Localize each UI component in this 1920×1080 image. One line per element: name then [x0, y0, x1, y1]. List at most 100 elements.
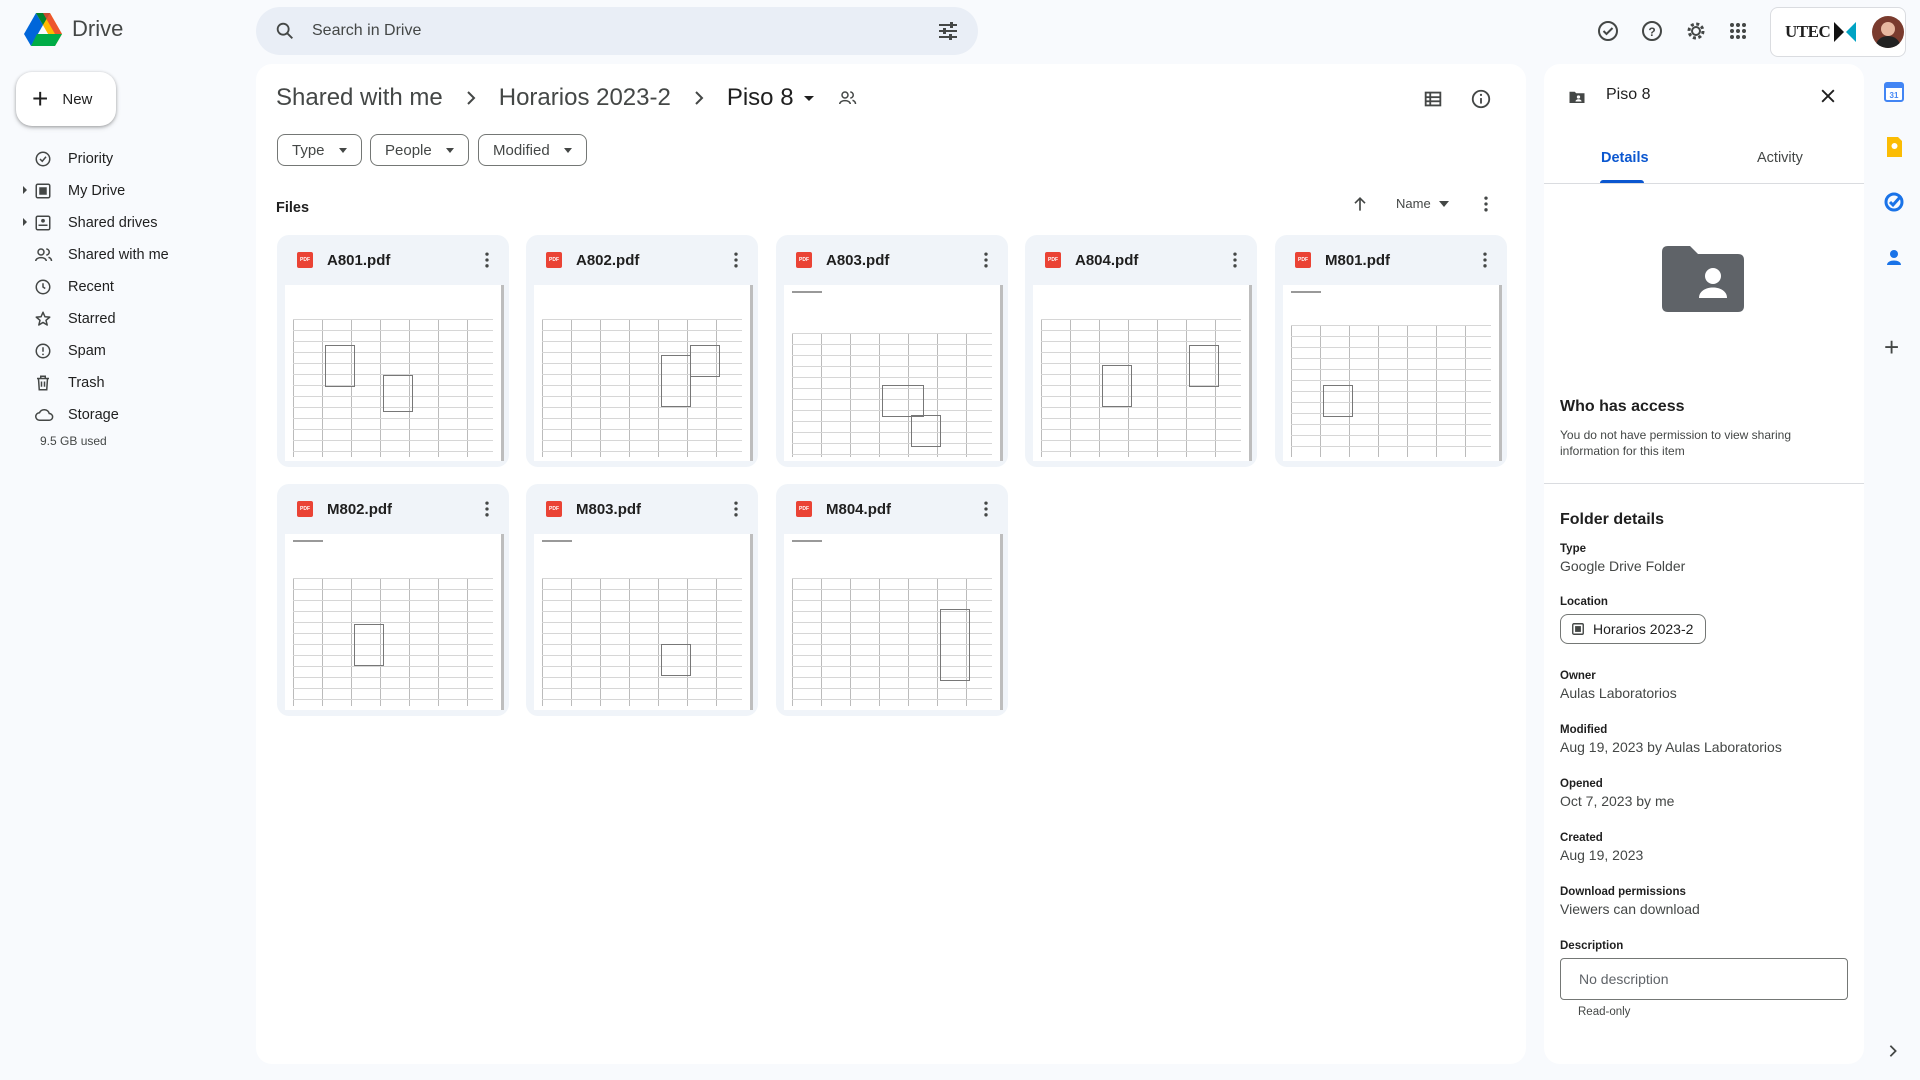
search-options-icon[interactable] [936, 19, 960, 43]
file-card-a802[interactable]: PDF A802.pdf [526, 235, 758, 467]
drive-logo-icon [24, 13, 62, 46]
file-card-m803[interactable]: PDF M803.pdf [526, 484, 758, 716]
more-options-icon[interactable] [726, 250, 746, 270]
owner-value: Aulas Laboratorios [1560, 685, 1677, 701]
search-icon[interactable] [274, 20, 296, 42]
more-options-icon[interactable] [1476, 194, 1496, 214]
file-name: M803.pdf [576, 500, 642, 518]
more-options-icon[interactable] [1475, 250, 1495, 270]
expand-caret-icon[interactable] [23, 218, 27, 226]
location-chip[interactable]: Horarios 2023-2 [1560, 614, 1707, 644]
svg-text:31: 31 [1890, 91, 1899, 100]
keep-icon[interactable] [1880, 133, 1908, 161]
modified-value: Aug 19, 2023 by Aulas Laboratorios [1560, 739, 1782, 755]
search-input[interactable]: Search in Drive [312, 22, 936, 40]
file-thumbnail [534, 534, 753, 710]
contacts-icon[interactable] [1880, 244, 1908, 272]
apps-grid-icon[interactable] [1726, 19, 1750, 43]
avatar[interactable] [1872, 16, 1905, 48]
tab-activity[interactable]: Activity [1757, 150, 1803, 166]
list-view-icon[interactable] [1422, 88, 1444, 110]
sidebar-item-shared-with-me[interactable]: Shared with me [16, 239, 246, 271]
sidebar-item-my-drive[interactable]: My Drive [16, 175, 246, 207]
sidebar-item-storage[interactable]: Storage [16, 399, 246, 431]
file-thumbnail [285, 285, 504, 461]
section-divider [1544, 483, 1864, 484]
filter-chip-type[interactable]: Type [277, 134, 362, 166]
file-thumbnail [784, 534, 1003, 710]
priority-icon [35, 151, 51, 167]
pdf-file-icon: PDF [796, 252, 812, 268]
file-card-m801[interactable]: PDF M801.pdf [1275, 235, 1507, 467]
sidebar-item-label: Starred [68, 311, 116, 327]
opened-value: Oct 7, 2023 by me [1560, 793, 1675, 809]
more-options-icon[interactable] [726, 499, 746, 519]
sort-by-name-button[interactable]: Name [1396, 196, 1449, 211]
file-thumbnail [534, 285, 753, 461]
org-logo-icon [1834, 22, 1857, 42]
expand-caret-icon[interactable] [23, 186, 27, 194]
info-icon[interactable] [1470, 88, 1492, 110]
sidebar-item-recent[interactable]: Recent [16, 271, 246, 303]
description-field[interactable]: No description [1560, 958, 1848, 1000]
pdf-file-icon: PDF [297, 501, 313, 517]
tabs-divider [1544, 183, 1864, 184]
breadcrumb-current-folder[interactable]: Piso 8 [727, 84, 794, 112]
more-options-icon[interactable] [1225, 250, 1245, 270]
more-options-icon[interactable] [477, 250, 497, 270]
breadcrumb-item-horarios[interactable]: Horarios 2023-2 [499, 84, 671, 112]
chevron-right-icon[interactable] [1886, 1044, 1900, 1058]
new-button-label: New [62, 90, 93, 108]
file-card-a801[interactable]: PDF A801.pdf [277, 235, 509, 467]
file-card-a804[interactable]: PDF A804.pdf [1025, 235, 1257, 467]
file-name: M801.pdf [1325, 251, 1391, 269]
file-thumbnail [784, 285, 1003, 461]
sidebar-item-starred[interactable]: Starred [16, 303, 246, 335]
sidebar-item-shared-drives[interactable]: Shared drives [16, 207, 246, 239]
sidebar-item-priority[interactable]: Priority [16, 143, 246, 175]
drive-logo[interactable]: Drive [24, 12, 123, 46]
pdf-file-icon: PDF [1295, 252, 1311, 268]
more-options-icon[interactable] [477, 499, 497, 519]
search-bar[interactable]: Search in Drive [256, 7, 978, 55]
modified-label: Modified [1560, 724, 1608, 736]
more-options-icon[interactable] [976, 499, 996, 519]
offline-ready-icon[interactable] [1596, 19, 1620, 43]
sort-direction-arrow-icon[interactable] [1350, 194, 1370, 214]
tab-details[interactable]: Details [1601, 150, 1649, 166]
filter-chip-people[interactable]: People [370, 134, 469, 166]
sort-label: Name [1396, 196, 1431, 211]
account-switcher[interactable]: UTEC [1770, 7, 1906, 57]
new-button[interactable]: + New [16, 72, 116, 126]
breadcrumb-item-shared-with-me[interactable]: Shared with me [276, 84, 443, 112]
download-permissions-label: Download permissions [1560, 886, 1686, 898]
breadcrumb: Shared with me Horarios 2023-2 Piso 8 [276, 84, 858, 112]
dropdown-arrow-icon [1438, 200, 1449, 207]
sidebar-item-trash[interactable]: Trash [16, 367, 246, 399]
sidebar-item-label: Priority [68, 151, 114, 167]
filter-chip-modified[interactable]: Modified [478, 134, 587, 166]
settings-icon[interactable] [1684, 19, 1708, 43]
sidebar-item-spam[interactable]: Spam [16, 335, 246, 367]
file-name: A801.pdf [327, 251, 391, 269]
pdf-file-icon: PDF [546, 252, 562, 268]
help-icon[interactable]: ? [1640, 19, 1664, 43]
chevron-right-icon [467, 91, 476, 105]
file-thumbnail [1033, 285, 1252, 461]
opened-label: Opened [1560, 778, 1603, 790]
close-icon[interactable] [1818, 86, 1838, 106]
svg-text:?: ? [1648, 25, 1655, 39]
shared-with-me-icon [35, 248, 53, 262]
tasks-icon[interactable] [1880, 188, 1908, 216]
pdf-file-icon: PDF [1045, 252, 1061, 268]
dropdown-arrow-icon [445, 147, 454, 153]
pdf-file-icon: PDF [297, 252, 313, 268]
file-card-m802[interactable]: PDF M802.pdf [277, 484, 509, 716]
add-addon-icon[interactable]: + [1884, 334, 1899, 360]
file-card-a803[interactable]: PDF A803.pdf [776, 235, 1008, 467]
calendar-icon[interactable]: 31 [1880, 78, 1908, 106]
more-options-icon[interactable] [976, 250, 996, 270]
folder-menu-dropdown-icon[interactable] [802, 91, 816, 105]
folder-details-heading: Folder details [1560, 511, 1665, 528]
file-card-m804[interactable]: PDF M804.pdf [776, 484, 1008, 716]
